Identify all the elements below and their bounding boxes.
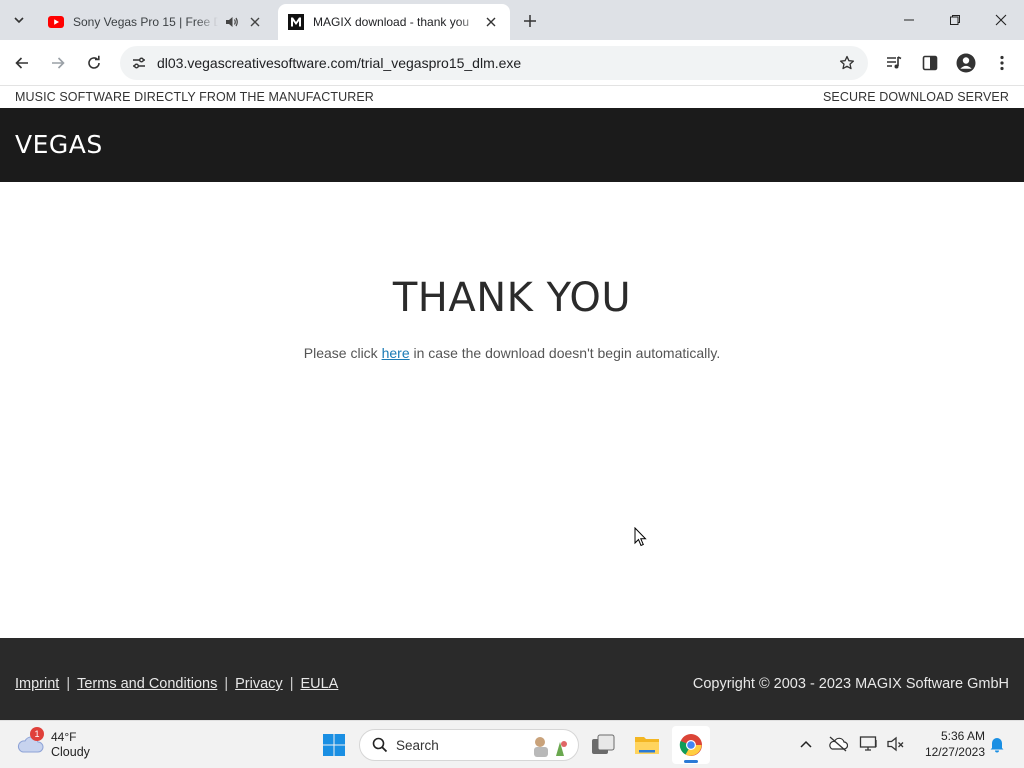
main-content: THANK YOU Please click here in case the … [0,182,1024,638]
temperature: 44°F [51,730,77,744]
tab-title: MAGIX download - thank you [313,15,470,29]
copyright-text: Copyright © 2003 - 2023 MAGIX Software G… [692,676,1009,692]
youtube-icon [48,14,64,30]
reload-icon [88,55,100,69]
message-prefix: Please click [303,345,382,361]
restore-icon [950,15,960,25]
restore-button[interactable] [932,0,978,40]
back-button[interactable] [8,49,36,77]
plus-icon [524,15,536,27]
task-view-icon [592,734,615,754]
folder-icon [635,737,659,754]
eula-link[interactable]: EULA [300,676,338,692]
system-clock[interactable]: 5:36 AM 12/27/2023 [913,728,985,760]
chrome-icon [679,734,702,756]
message-suffix: in case the download doesn't begin autom… [409,345,721,361]
browser-tab-strip: Sony Vegas Pro 15 | Free Do MAGIX downlo… [0,0,1024,40]
cloud-off-icon [829,736,848,752]
volume-tray-icon[interactable] [884,731,908,757]
chevron-down-icon [14,17,24,24]
magix-icon [288,14,304,30]
vegas-logo[interactable]: VEGAS [15,130,103,159]
clock-date: 12/27/2023 [924,745,985,759]
side-panel-icon[interactable] [918,51,942,75]
taskbar-search[interactable]: Search [359,729,579,761]
new-tab-button[interactable] [518,9,542,33]
tab-close-button[interactable] [482,13,500,31]
weather-widget[interactable]: 1 44°F Cloudy [16,727,116,763]
tagline: MUSIC SOFTWARE DIRECTLY FROM THE MANUFAC… [15,90,374,104]
weather-condition: Cloudy [51,745,90,759]
close-window-button[interactable] [978,0,1024,40]
site-footer: Imprint | Terms and Conditions | Privacy… [0,638,1024,720]
privacy-link[interactable]: Privacy [235,676,283,692]
imprint-link[interactable]: Imprint [15,676,59,692]
chevron-up-icon [800,740,812,748]
windows-logo-icon [323,734,345,756]
forward-button[interactable] [44,49,72,77]
monitor-network-icon [859,736,877,751]
show-hidden-icons-button[interactable] [794,731,818,757]
download-message: Please click here in case the download d… [0,345,1024,361]
tab-magix-download[interactable]: MAGIX download - thank you [278,4,510,40]
task-view-button[interactable] [584,726,622,764]
tab-title: Sony Vegas Pro 15 | Free Do [73,15,218,29]
bell-icon [990,738,1004,753]
close-icon [250,17,260,27]
tab-search-button[interactable] [6,7,32,33]
onedrive-tray-icon[interactable] [826,731,850,757]
start-button[interactable] [315,726,353,764]
media-control-icon[interactable] [882,51,906,75]
tab-youtube[interactable]: Sony Vegas Pro 15 | Free Do [38,4,274,40]
terms-link[interactable]: Terms and Conditions [77,676,217,692]
download-here-link[interactable]: here [382,345,410,361]
site-info-icon[interactable] [124,48,154,78]
reload-button[interactable] [80,49,108,77]
notification-badge: 1 [30,727,44,741]
mouse-cursor-icon [634,527,647,547]
footer-separator: | [224,676,229,692]
arrow-left-icon [15,57,28,69]
search-highlight-icon [534,737,567,757]
close-icon [995,14,1007,26]
minimize-button[interactable] [886,0,932,40]
site-top-bar: MUSIC SOFTWARE DIRECTLY FROM THE MANUFAC… [0,87,1024,108]
file-explorer-button[interactable] [628,726,666,764]
footer-links: Imprint | Terms and Conditions | Privacy… [15,676,338,692]
footer-separator: | [289,676,294,692]
tab-close-button[interactable] [246,13,264,31]
taskbar: 1 44°F Cloudy Search 5:36 AM 12/27/2023 [0,720,1024,768]
page-title: THANK YOU [392,275,632,321]
browser-toolbar: dl03.vegascreativesoftware.com/trial_veg… [0,40,1024,86]
close-icon [486,17,496,27]
speaker-icon[interactable] [224,14,240,30]
footer-separator: | [66,676,71,692]
url-text: dl03.vegascreativesoftware.com/trial_veg… [157,55,522,71]
network-tray-icon[interactable] [857,731,881,757]
minimize-icon [904,19,914,21]
profile-avatar-icon[interactable] [954,51,978,75]
search-label: Search [396,737,439,753]
speaker-muted-icon [887,736,904,752]
clock-time: 5:36 AM [940,729,985,743]
chrome-taskbar-button[interactable] [672,726,710,764]
arrow-right-icon [52,57,65,69]
secure-server-label: SECURE DOWNLOAD SERVER [822,90,1009,104]
bookmark-star-icon[interactable] [838,54,856,72]
site-header: VEGAS [0,108,1024,182]
address-bar[interactable]: dl03.vegascreativesoftware.com/trial_veg… [120,46,868,80]
kebab-menu-icon[interactable] [990,51,1014,75]
search-icon [372,737,388,753]
notifications-button[interactable] [985,731,1009,757]
